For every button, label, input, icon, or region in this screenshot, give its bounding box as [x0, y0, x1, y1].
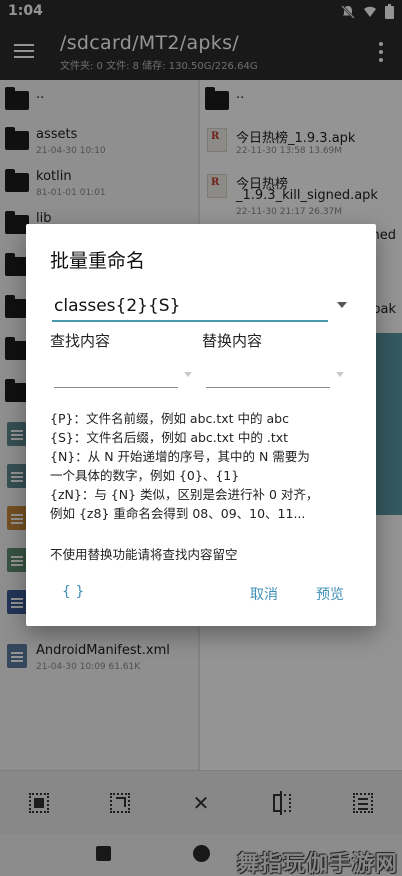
- replace-dropdown-icon[interactable]: [336, 372, 344, 377]
- help-line: 例如 {z8} 重命名会得到 08、09、10、11...: [50, 506, 306, 521]
- rename-pattern-input[interactable]: [52, 292, 328, 322]
- replace-input[interactable]: [206, 364, 330, 388]
- pattern-dropdown-icon[interactable]: [337, 302, 347, 308]
- find-label: 查找内容: [50, 332, 111, 350]
- dialog-title: 批量重命名: [50, 250, 146, 272]
- cancel-button[interactable]: 取消: [250, 584, 278, 604]
- insert-braces-button[interactable]: { }: [62, 584, 84, 600]
- help-line: {P}：文件名前缀，例如 abc.txt 中的 abc: [50, 411, 289, 426]
- help-note: 不使用替换功能请将查找内容留空: [50, 547, 238, 562]
- batch-rename-dialog: 批量重命名 查找内容 替换内容 {P}：文件名前缀，例如 abc.txt 中的 …: [26, 224, 376, 626]
- find-input[interactable]: [54, 364, 178, 388]
- help-line: {zN}：与 {N} 类似，区别是会进行补 0 对齐，: [50, 487, 319, 502]
- preview-button[interactable]: 预览: [316, 584, 344, 604]
- help-line: {N}：从 N 开始递增的序号，其中的 N 需要为: [50, 449, 310, 464]
- help-line: {S}：文件名后缀，例如 abc.txt 中的 .txt: [50, 430, 289, 445]
- help-text: {P}：文件名前缀，例如 abc.txt 中的 abc {S}：文件名后缀，例如…: [50, 409, 360, 523]
- replace-label: 替换内容: [202, 332, 263, 350]
- help-line: 一个具体的数字，例如 {0}、{1}: [50, 468, 240, 483]
- find-dropdown-icon[interactable]: [184, 372, 192, 377]
